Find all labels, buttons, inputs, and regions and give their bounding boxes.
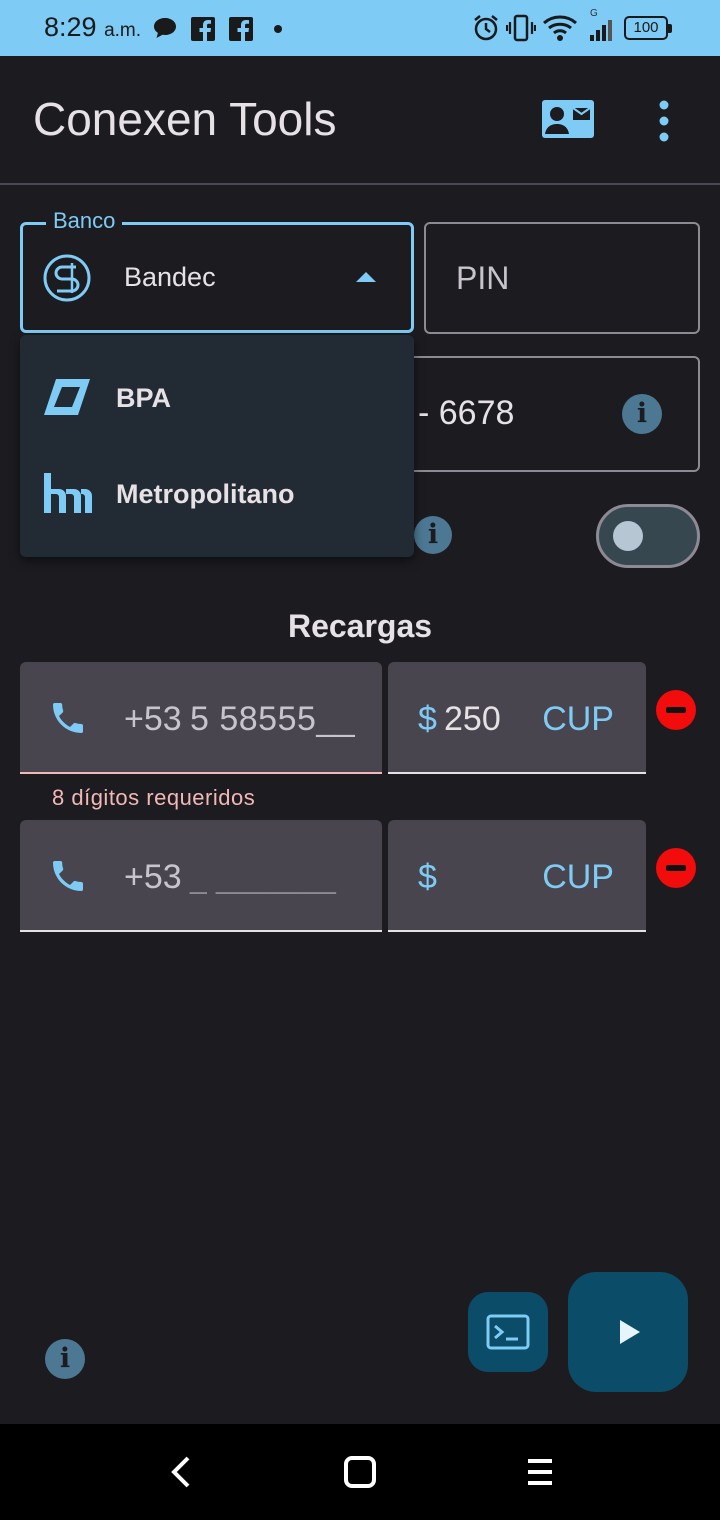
play-icon: [620, 1320, 640, 1344]
dropdown-item-label: Metropolitano: [116, 479, 295, 509]
currency-symbol: $: [418, 700, 437, 738]
more-vert-icon[interactable]: [650, 100, 678, 142]
phone-value: _ _______: [190, 862, 337, 895]
facebook-icon: [191, 17, 215, 42]
alarm-icon: [474, 15, 498, 41]
bandec-logo-icon: [43, 254, 91, 302]
dropdown-item-bpa[interactable]: BPA: [20, 349, 414, 445]
info-icon[interactable]: i: [45, 1339, 85, 1379]
system-nav-bar: [0, 1424, 720, 1520]
bank-dropdown-menu: BPA Metropolitano: [20, 335, 414, 557]
facebook-icon: [229, 17, 253, 42]
phone-prefix: +53: [124, 858, 182, 896]
app-title: Conexen Tools: [33, 93, 337, 145]
status-time: 8:29 a.m.: [44, 12, 142, 42]
bank-select-value: Bandec: [124, 262, 216, 292]
battery-indicator: 100: [624, 16, 672, 40]
currency-suffix: CUP: [542, 700, 614, 738]
info-icon[interactable]: i: [414, 516, 452, 554]
bank-select-label: Banco: [46, 208, 123, 234]
card-number-value: - 6678: [418, 394, 515, 432]
phone-value: 5 58555__: [190, 700, 356, 738]
vibrate-icon: [506, 14, 536, 42]
amount-field[interactable]: $ CUP: [388, 820, 646, 932]
phone-icon: [53, 703, 83, 733]
amount-value: 250: [444, 700, 501, 738]
dropdown-arrow-icon: [356, 272, 376, 282]
run-button[interactable]: [568, 1272, 688, 1392]
remove-row-button[interactable]: [656, 690, 696, 730]
phone-field[interactable]: +53 _ _______: [20, 820, 382, 932]
signal-icon: [590, 20, 612, 41]
recharges-title: Recargas: [287, 608, 433, 644]
status-bar: 8:29 a.m. G 100: [0, 0, 720, 56]
home-icon[interactable]: [340, 1452, 380, 1492]
contact-mail-icon[interactable]: [542, 100, 594, 140]
pin-placeholder: PIN: [456, 260, 510, 296]
phone-prefix: +53: [124, 700, 182, 738]
metropolitano-logo-icon: [44, 473, 92, 513]
amount-field[interactable]: $ 250 CUP: [388, 662, 646, 774]
chat-bubble-icon: [154, 18, 176, 38]
notification-dot-icon: [274, 25, 282, 33]
dropdown-item-label: BPA: [116, 383, 172, 413]
currency-suffix: CUP: [542, 858, 614, 896]
console-button[interactable]: [468, 1292, 548, 1372]
app-bar: Conexen Tools: [0, 56, 720, 185]
recents-icon[interactable]: [522, 1452, 558, 1492]
toggle-switch[interactable]: [596, 504, 700, 568]
toggle-knob: [613, 521, 643, 551]
phone-error-text: 8 dígitos requeridos: [52, 785, 256, 810]
wifi-icon: [543, 15, 577, 41]
bpa-logo-icon: [44, 379, 90, 415]
info-icon[interactable]: i: [622, 394, 662, 434]
terminal-icon: [486, 1314, 530, 1350]
phone-field[interactable]: +53 5 58555__: [20, 662, 382, 774]
phone-icon: [53, 861, 83, 891]
remove-row-button[interactable]: [656, 848, 696, 888]
back-icon[interactable]: [166, 1452, 196, 1492]
currency-symbol: $: [418, 858, 437, 896]
dropdown-item-metropolitano[interactable]: Metropolitano: [20, 445, 414, 541]
